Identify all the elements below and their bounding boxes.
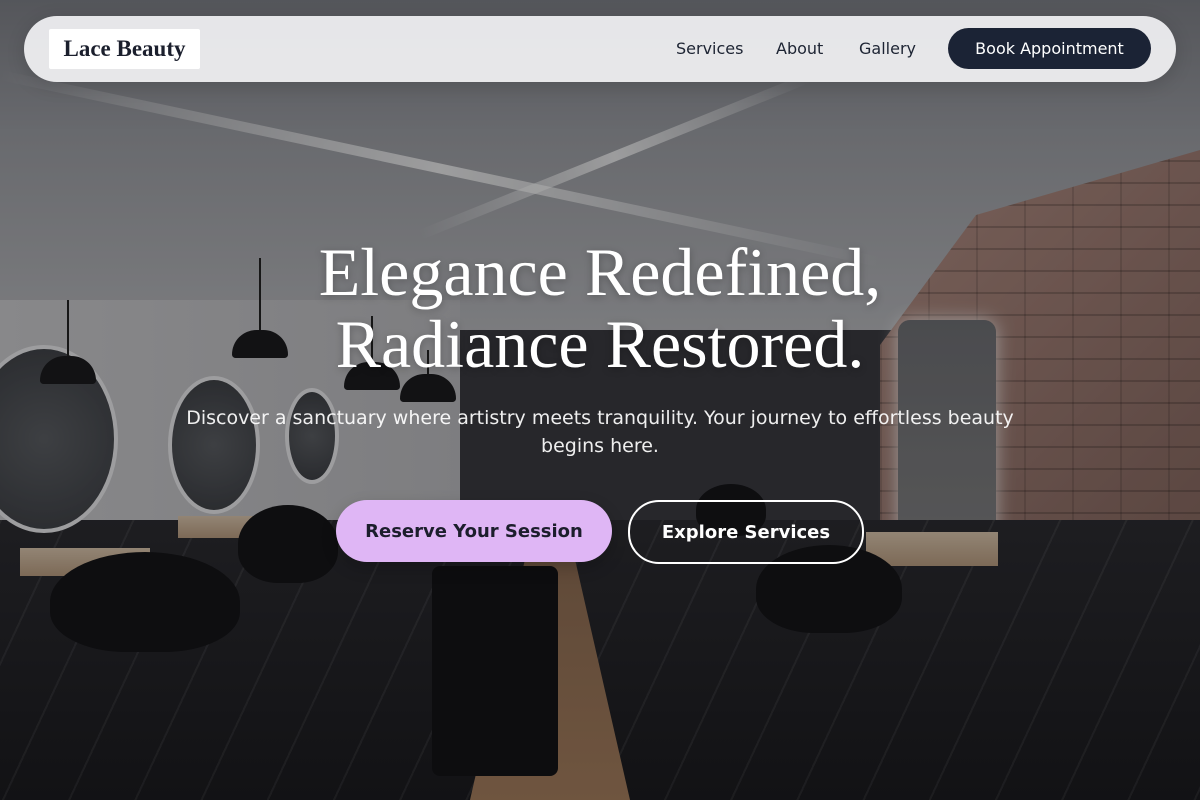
brand-logo[interactable]: Lace Beauty (49, 29, 200, 69)
top-navbar: Lace Beauty Services About Gallery Book … (24, 16, 1176, 82)
dark-overlay (0, 0, 1200, 800)
hero-title-line-2: Radiance Restored. (335, 306, 865, 382)
nav-link-about[interactable]: About (776, 39, 823, 58)
hero-subtitle: Discover a sanctuary where artistry meet… (186, 407, 1014, 457)
reserve-session-button[interactable]: Reserve Your Session (336, 500, 612, 562)
hero-background-image (0, 0, 1200, 800)
nav-link-gallery[interactable]: Gallery (859, 39, 916, 58)
explore-services-button[interactable]: Explore Services (628, 500, 864, 564)
nav-link-services[interactable]: Services (676, 39, 743, 58)
hero-title-line-1: Elegance Redefined, (318, 234, 882, 310)
book-appointment-button[interactable]: Book Appointment (948, 28, 1151, 69)
hero-title: Elegance Redefined, Radiance Restored. (100, 236, 1100, 380)
